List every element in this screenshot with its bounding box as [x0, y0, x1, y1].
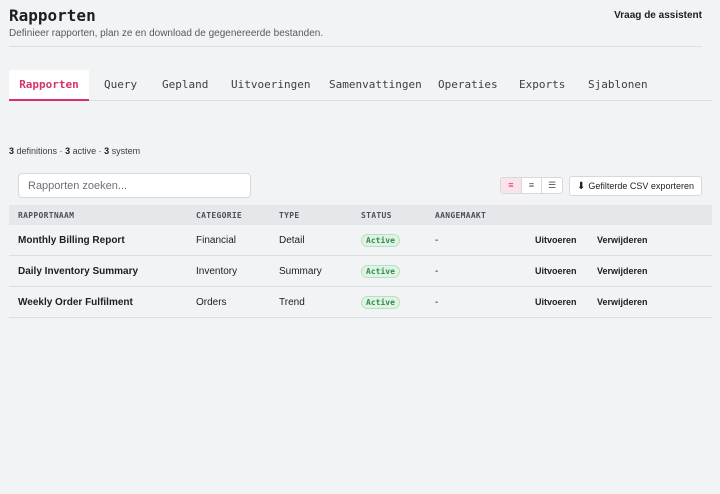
status-badge: Active [361, 296, 400, 309]
export-csv-button[interactable]: ⬇ Gefilterde CSV exporteren [569, 176, 702, 196]
tab-operaties[interactable]: Operaties [438, 70, 498, 101]
active-count: 3 [65, 146, 71, 156]
report-created: - [435, 235, 439, 246]
delete-button[interactable]: Verwijderen [597, 235, 648, 245]
report-name[interactable]: Monthly Billing Report [18, 235, 125, 246]
tab-samenvattingen[interactable]: Samenvattingen [329, 70, 422, 101]
tab-uitvoeringen[interactable]: Uitvoeringen [231, 70, 310, 101]
report-created: - [435, 297, 439, 308]
export-csv-label: Gefilterde CSV exporteren [588, 181, 694, 191]
page-header: Rapporten Definieer rapporten, plan ze e… [9, 5, 702, 47]
column-header-name[interactable]: RAPPORTNAAM [18, 211, 74, 220]
active-label: active · [72, 146, 102, 156]
definitions-label: definitions · [16, 146, 63, 156]
delete-button[interactable]: Verwijderen [597, 266, 648, 276]
status-badge: Active [361, 265, 400, 278]
view-compact-icon[interactable]: ≡ [501, 178, 522, 193]
table-row: Daily Inventory Summary Inventory Summar… [9, 256, 712, 287]
tab-query[interactable]: Query [104, 70, 137, 101]
tab-bar: Rapporten Query Gepland Uitvoeringen Sam… [9, 70, 712, 101]
page-subtitle: Definieer rapporten, plan ze en download… [9, 28, 324, 39]
run-button[interactable]: Uitvoeren [535, 266, 577, 276]
run-button[interactable]: Uitvoeren [535, 297, 577, 307]
report-category: Orders [196, 297, 227, 308]
table-row: Weekly Order Fulfilment Orders Trend Act… [9, 287, 712, 318]
definitions-count: 3 [9, 146, 15, 156]
system-label: system [111, 146, 141, 156]
report-type: Detail [279, 235, 305, 246]
column-header-created[interactable]: AANGEMAAKT [435, 211, 486, 220]
column-header-type[interactable]: TYPE [279, 211, 299, 220]
report-type: Trend [279, 297, 305, 308]
report-name[interactable]: Daily Inventory Summary [18, 266, 138, 277]
view-toggle: ≡ ≡ ☰ [500, 177, 563, 194]
tab-gepland[interactable]: Gepland [162, 70, 208, 101]
reports-table: RAPPORTNAAM CATEGORIE TYPE STATUS AANGEM… [9, 205, 712, 318]
view-normal-icon[interactable]: ≡ [522, 178, 543, 193]
report-created: - [435, 266, 439, 277]
page-title: Rapporten [9, 6, 96, 25]
summary-counts: 3 definitions · 3 active · 3 system [9, 146, 140, 156]
search-input[interactable] [18, 173, 251, 198]
report-category: Financial [196, 235, 237, 246]
report-type: Summary [279, 266, 322, 277]
view-comfortable-icon[interactable]: ☰ [542, 178, 562, 193]
tab-sjablonen[interactable]: Sjablonen [588, 70, 648, 101]
table-header: RAPPORTNAAM CATEGORIE TYPE STATUS AANGEM… [9, 205, 712, 225]
tab-rapporten[interactable]: Rapporten [9, 70, 89, 101]
ask-assistant-button[interactable]: Vraag de assistent [614, 10, 702, 21]
delete-button[interactable]: Verwijderen [597, 297, 648, 307]
table-row: Monthly Billing Report Financial Detail … [9, 225, 712, 256]
column-header-category[interactable]: CATEGORIE [196, 211, 242, 220]
download-icon: ⬇ [577, 180, 586, 192]
system-count: 3 [104, 146, 110, 156]
column-header-status[interactable]: STATUS [361, 211, 392, 220]
run-button[interactable]: Uitvoeren [535, 235, 577, 245]
tab-exports[interactable]: Exports [519, 70, 565, 101]
report-category: Inventory [196, 266, 238, 277]
report-name[interactable]: Weekly Order Fulfilment [18, 297, 133, 308]
status-badge: Active [361, 234, 400, 247]
